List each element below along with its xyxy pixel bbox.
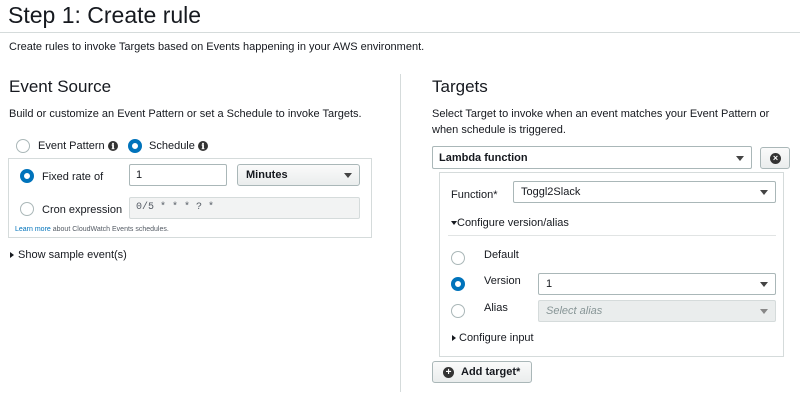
rate-unit-value: Minutes — [246, 169, 288, 181]
expand-right-icon — [452, 335, 456, 341]
chevron-down-icon — [760, 282, 768, 287]
rate-unit-select[interactable]: Minutes — [237, 164, 360, 186]
chevron-down-icon — [736, 156, 744, 161]
version-value: 1 — [546, 278, 553, 290]
event-pattern-radio[interactable] — [16, 139, 30, 153]
configure-input-toggle[interactable]: Configure input — [459, 332, 534, 344]
chevron-down-icon — [760, 190, 768, 195]
version-radio[interactable] — [451, 277, 465, 291]
cron-label[interactable]: Cron expression — [42, 204, 122, 216]
schedule-panel: Fixed rate of 1 Minutes Cron expression … — [8, 158, 372, 238]
targets-description: Select Target to invoke when an event ma… — [432, 108, 770, 136]
show-sample-events-toggle[interactable]: Show sample event(s) — [18, 249, 127, 261]
fixed-rate-radio[interactable] — [20, 169, 34, 183]
learn-more-link[interactable]: Learn more — [15, 226, 51, 233]
event-pattern-info-icon[interactable]: ℹ — [108, 141, 118, 151]
alias-label[interactable]: Alias — [484, 302, 508, 314]
alias-select[interactable]: Select alias — [538, 300, 776, 322]
lambda-config-panel: Function* Toggl2Slack Configure version/… — [439, 172, 784, 357]
learn-more-note: Learn more about CloudWatch Events sched… — [15, 226, 169, 233]
function-label: Function* — [451, 189, 498, 201]
page-description: Create rules to invoke Targets based on … — [9, 41, 425, 53]
schedule-info-icon[interactable]: ℹ — [198, 141, 208, 151]
event-source-title: Event Source — [9, 77, 112, 96]
schedule-label[interactable]: Schedule — [149, 140, 195, 152]
add-target-button[interactable]: + Add target* — [432, 361, 532, 383]
version-select[interactable]: 1 — [538, 273, 776, 295]
fixed-rate-label[interactable]: Fixed rate of — [42, 171, 103, 183]
column-divider — [400, 74, 401, 392]
version-label[interactable]: Version — [484, 275, 521, 287]
expand-right-icon — [10, 252, 14, 258]
divider — [448, 235, 776, 236]
chevron-down-icon — [760, 309, 768, 314]
plus-icon: + — [443, 367, 454, 378]
event-pattern-label[interactable]: Event Pattern — [38, 140, 105, 152]
schedule-radio[interactable] — [128, 139, 142, 153]
cron-expression-input[interactable]: 0/5 * * * ? * — [129, 197, 360, 219]
function-value: Toggl2Slack — [521, 186, 581, 198]
page-title: Step 1: Create rule — [8, 2, 202, 28]
default-version-radio[interactable] — [451, 251, 465, 265]
configure-version-toggle[interactable]: Configure version/alias — [457, 217, 569, 229]
alias-radio[interactable] — [451, 304, 465, 318]
targets-title: Targets — [432, 77, 488, 96]
cron-radio[interactable] — [20, 202, 34, 216]
target-type-select[interactable]: Lambda function — [432, 146, 752, 169]
remove-target-button[interactable]: × — [760, 147, 790, 169]
close-icon: × — [770, 153, 781, 164]
chevron-down-icon — [344, 173, 352, 178]
function-select[interactable]: Toggl2Slack — [513, 181, 776, 203]
fixed-rate-value-input[interactable]: 1 — [129, 164, 227, 186]
alias-placeholder: Select alias — [546, 305, 603, 317]
event-source-description: Build or customize an Event Pattern or s… — [9, 108, 362, 120]
target-type-value: Lambda function — [439, 152, 528, 164]
learn-more-text: about CloudWatch Events schedules. — [50, 226, 169, 233]
add-target-label: Add target* — [461, 366, 521, 378]
title-divider — [0, 32, 800, 33]
default-version-label[interactable]: Default — [484, 249, 519, 261]
